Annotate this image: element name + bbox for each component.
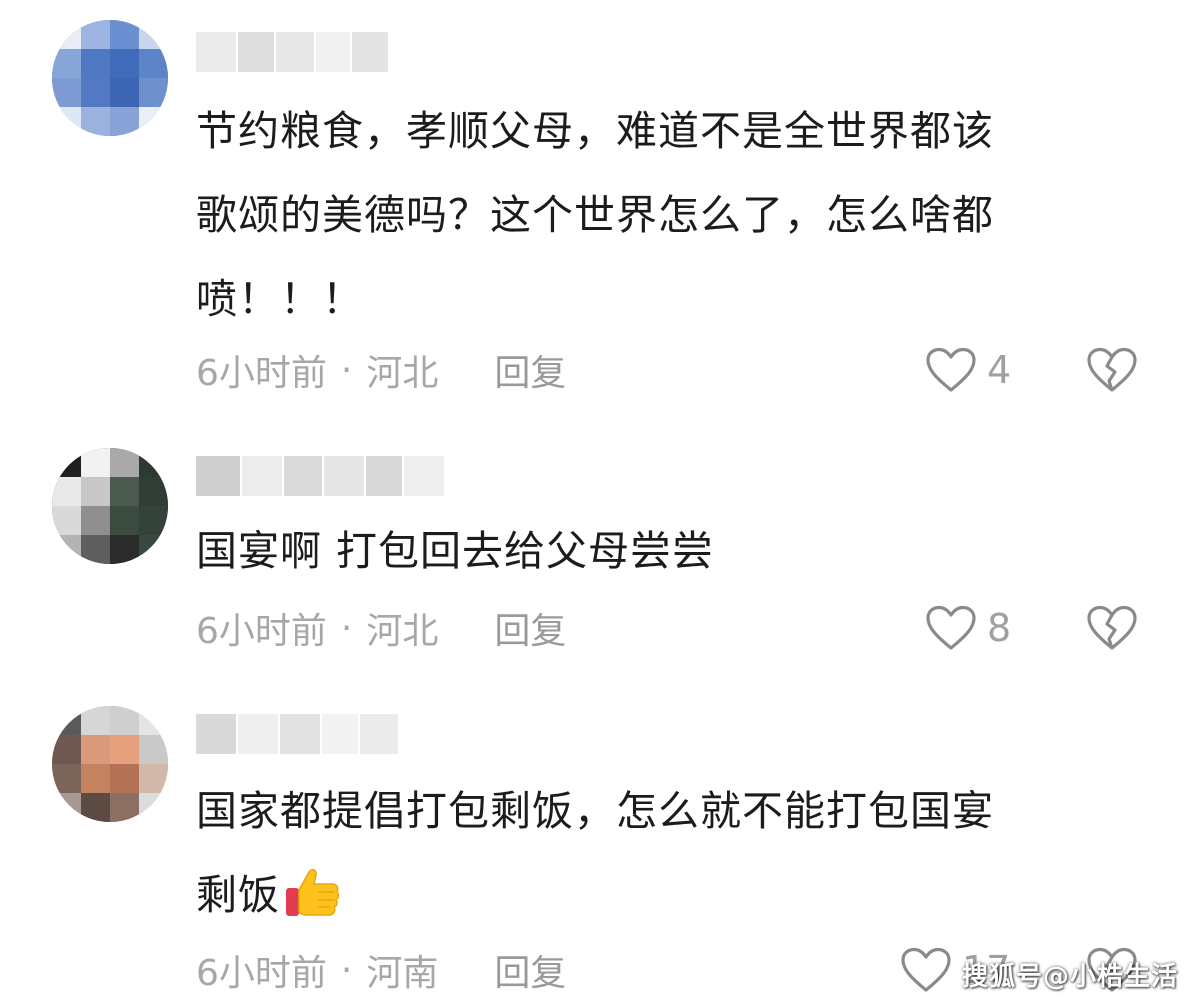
comment-text: 节约粮食，孝顺父母，难道不是全世界都该 歌颂的美德吗？这个世界怎么了，怎么啥都 … (196, 89, 1156, 341)
comment-text-fragment: 剩饭 (196, 871, 280, 919)
comment-text-line: 歌颂的美德吗？这个世界怎么了，怎么啥都 (196, 191, 994, 239)
like-button[interactable]: 8 (925, 603, 1011, 653)
comment-text-line: 喷！！！ (196, 275, 364, 323)
comment-text-line: 国家都提倡打包剩饭，怎么就不能打包国宴 (196, 787, 994, 835)
username-blurred[interactable] (196, 714, 398, 754)
separator-dot: · (340, 949, 353, 991)
avatar[interactable] (52, 706, 168, 822)
timestamp: 6小时前 (196, 353, 327, 394)
timestamp: 6小时前 (196, 953, 327, 994)
heart-outline-icon (926, 347, 976, 392)
like-count: 4 (987, 348, 1012, 392)
dislike-button[interactable] (1086, 603, 1138, 653)
avatar[interactable] (52, 20, 168, 136)
separator-dot: · (340, 607, 353, 649)
heart-outline-icon (901, 947, 951, 992)
comment-text-line: 节约粮食，孝顺父母，难道不是全世界都该 (196, 107, 994, 155)
comment-meta: 6小时前 · 河北 回复 (196, 345, 566, 395)
comment-text-line: 国宴啊 打包回去给父母尝尝 (196, 527, 715, 575)
location: 河南 (366, 953, 439, 994)
watermark: 搜狐号@小梏生活 (961, 962, 1178, 992)
timestamp: 6小时前 (196, 611, 327, 652)
comment-list: 节约粮食，孝顺父母，难道不是全世界都该 歌颂的美德吗？这个世界怎么了，怎么啥都 … (0, 0, 1200, 1007)
username-blurred[interactable] (196, 456, 444, 496)
reply-button[interactable]: 回复 (494, 944, 566, 996)
location: 河北 (366, 353, 439, 394)
like-count: 8 (987, 606, 1012, 650)
avatar[interactable] (52, 448, 168, 564)
like-button[interactable]: 4 (925, 345, 1011, 395)
broken-heart-icon (1087, 605, 1137, 650)
separator-dot: · (340, 349, 353, 391)
dislike-button[interactable] (1086, 345, 1138, 395)
username-blurred[interactable] (196, 32, 388, 72)
broken-heart-icon (1087, 347, 1137, 392)
comment-meta: 6小时前 · 河北 回复 (196, 603, 566, 653)
comment-meta: 6小时前 · 河南 回复 (196, 945, 566, 995)
comment-text-line: 剩饭 (196, 853, 1156, 937)
comment-text: 国家都提倡打包剩饭，怎么就不能打包国宴 剩饭 (196, 769, 1156, 937)
comment-text: 国宴啊 打包回去给父母尝尝 (196, 509, 1156, 593)
location: 河北 (366, 611, 439, 652)
reply-button[interactable]: 回复 (494, 602, 566, 654)
heart-outline-icon (926, 605, 976, 650)
reply-button[interactable]: 回复 (494, 344, 566, 396)
thumbs-up-emoji (286, 868, 340, 916)
